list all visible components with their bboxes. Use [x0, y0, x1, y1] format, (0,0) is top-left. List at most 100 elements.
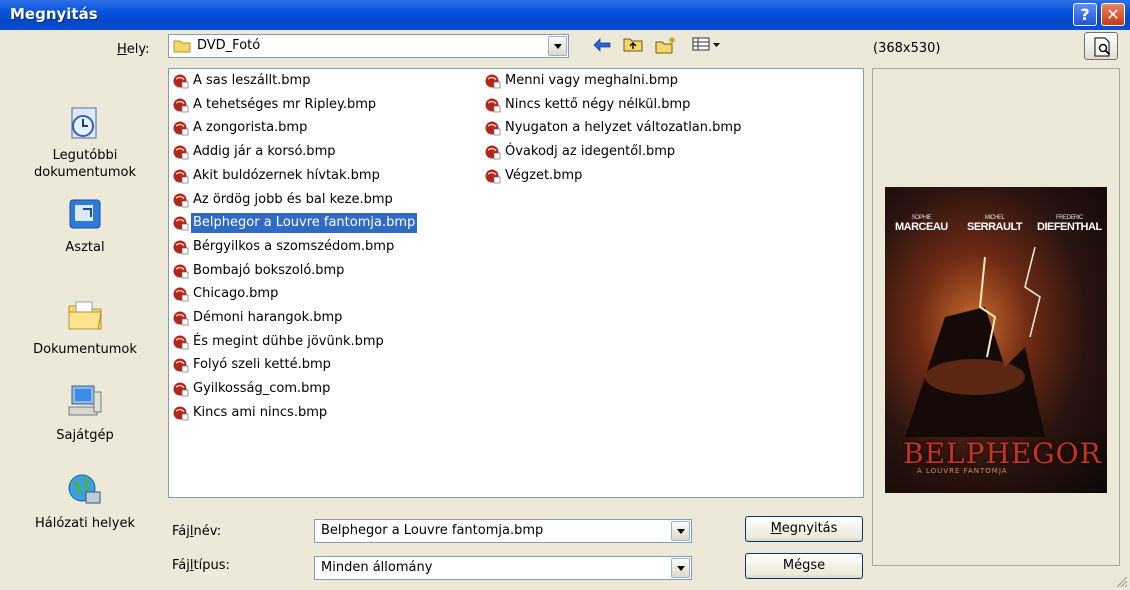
filetype-dropdown-button[interactable] [671, 558, 690, 578]
place-label: Sajátgép [56, 428, 114, 443]
file-name: A tehetséges mr Ripley.bmp [193, 96, 377, 112]
file-name: Óvakodj az idegentől.bmp [505, 144, 676, 160]
place-recent-documents[interactable]: Legutóbbi dokumentumok [10, 104, 160, 181]
preview-panel: SOPHIE MARCEAU MICHEL SERRAULT FREDERIC DIE… [872, 68, 1120, 566]
preview-toggle-button[interactable] [1084, 32, 1118, 60]
file-name: Végzet.bmp [505, 167, 583, 183]
up-folder-icon[interactable] [621, 36, 645, 58]
new-folder-icon[interactable] [654, 36, 678, 58]
file-name: Gyilkosság_com.bmp [193, 381, 331, 397]
filetype-label: Fájltípus: [172, 558, 230, 573]
file-item[interactable]: Gyilkosság_com.bmp [173, 379, 330, 399]
open-button[interactable]: Megnyitás [745, 516, 863, 542]
file-item[interactable]: Démoni harangok.bmp [173, 308, 342, 328]
file-item[interactable]: Bérgyilkos a szomszédom.bmp [173, 237, 394, 257]
file-name: Chicago.bmp [193, 286, 279, 302]
close-button[interactable]: ✕ [1101, 3, 1125, 26]
file-item[interactable]: Az ördög jobb és bal keze.bmp [173, 190, 393, 210]
views-menu-icon[interactable] [690, 36, 724, 58]
window-title: Megnyitás [10, 5, 98, 23]
file-name: Bérgyilkos a szomszédom.bmp [193, 238, 395, 254]
look-in-label: Hely: [117, 42, 150, 57]
desktop-icon [66, 196, 104, 234]
bmp-file-icon [173, 216, 189, 231]
filename-combo[interactable]: Belphegor a Louvre fantomja.bmp [314, 519, 692, 543]
filetype-value: Minden állomány [321, 560, 433, 575]
bmp-file-icon [485, 169, 501, 184]
back-arrow-icon[interactable] [590, 36, 614, 58]
bmp-file-icon [173, 74, 189, 89]
filename-dropdown-button[interactable] [671, 521, 690, 541]
file-item[interactable]: Addig jár a korsó.bmp [173, 142, 335, 162]
poster-actor-3: FREDERIC DIEFENTHAL [1037, 215, 1102, 233]
bmp-file-icon [173, 193, 189, 207]
bmp-file-icon [173, 240, 189, 255]
file-name: Kincs ami nincs.bmp [193, 404, 328, 420]
recent-documents-icon [66, 104, 104, 142]
place-my-computer[interactable]: Sajátgép [10, 382, 160, 443]
place-my-documents[interactable]: Dokumentumok [10, 296, 160, 357]
my-documents-icon [66, 296, 104, 334]
poster-image: SOPHIE MARCEAU MICHEL SERRAULT FREDERIC DIE… [885, 187, 1107, 493]
file-name: A zongorista.bmp [193, 120, 308, 136]
poster-artwork [905, 247, 1045, 437]
bmp-file-icon [173, 145, 189, 160]
bmp-file-icon [485, 74, 501, 89]
place-label: Legutóbbi dokumentumok [34, 148, 136, 180]
file-item[interactable]: A sas leszállt.bmp [173, 71, 310, 91]
file-item[interactable]: Folyó szeli ketté.bmp [173, 355, 331, 375]
place-label: Hálózati helyek [34, 516, 135, 531]
place-network[interactable]: Hálózati helyek [10, 472, 160, 531]
file-name: Akit buldózernek hívtak.bmp [193, 167, 380, 183]
file-item[interactable]: Kincs ami nincs.bmp [173, 403, 327, 423]
bmp-file-icon [173, 98, 189, 112]
file-name: A sas leszállt.bmp [193, 73, 311, 88]
bmp-file-icon [485, 121, 501, 136]
file-item[interactable]: A tehetséges mr Ripley.bmp [173, 95, 376, 115]
network-places-icon [66, 472, 104, 510]
preview-icon [1094, 37, 1111, 57]
file-item[interactable]: Belphegor a Louvre fantomja.bmp [173, 213, 418, 234]
poster-actor-1: SOPHIE MARCEAU [895, 215, 948, 233]
file-item[interactable]: Bombajó bokszoló.bmp [173, 261, 344, 281]
file-item[interactable]: Nincs kettő négy nélkül.bmp [485, 95, 690, 115]
file-name: Az ördög jobb és bal keze.bmp [193, 191, 393, 207]
file-item[interactable]: Chicago.bmp [173, 284, 278, 304]
file-name: És megint dühbe jövünk.bmp [193, 333, 384, 349]
file-name: Démoni harangok.bmp [193, 310, 343, 325]
file-item[interactable]: Menni vagy meghalni.bmp [485, 71, 678, 91]
file-item[interactable]: Végzet.bmp [485, 166, 582, 186]
bmp-file-icon [173, 382, 189, 397]
file-item[interactable]: A zongorista.bmp [173, 118, 307, 138]
title-bar[interactable]: Megnyitás ? ✕ [0, 0, 1130, 30]
preview-size: (368x530) [873, 41, 941, 56]
help-button[interactable]: ? [1073, 3, 1097, 26]
bmp-file-icon [173, 287, 189, 302]
cancel-button[interactable]: Mégse [745, 553, 863, 579]
resize-grip-icon[interactable] [1114, 574, 1128, 588]
look-in-dropdown-button[interactable] [548, 36, 567, 56]
place-label: Dokumentumok [33, 342, 137, 357]
file-list[interactable]: A sas leszállt.bmp A tehetséges mr Ripley… [168, 68, 864, 498]
bmp-file-icon [485, 145, 501, 160]
filetype-combo[interactable]: Minden állomány [314, 556, 692, 580]
file-name: Folyó szeli ketté.bmp [193, 357, 331, 373]
file-name: Bombajó bokszoló.bmp [193, 262, 345, 278]
bmp-file-icon [173, 169, 189, 184]
bmp-file-icon [485, 98, 501, 112]
file-item[interactable]: És megint dühbe jövünk.bmp [173, 332, 384, 352]
my-computer-icon [66, 382, 104, 420]
place-desktop[interactable]: Asztal [10, 196, 160, 255]
bmp-file-icon [173, 264, 189, 278]
bmp-file-icon [173, 311, 189, 326]
poster-title: BELPHEGOR [903, 437, 1102, 470]
look-in-combo[interactable]: DVD_Fotó [168, 34, 569, 58]
look-in-value: DVD_Fotó [197, 38, 261, 53]
file-item[interactable]: Nyugaton a helyzet változatlan.bmp [485, 118, 741, 138]
bmp-file-icon [173, 406, 189, 421]
file-item[interactable]: Óvakodj az idegentől.bmp [485, 142, 675, 162]
bmp-file-icon [173, 335, 189, 349]
filename-value: Belphegor a Louvre fantomja.bmp [321, 523, 544, 538]
bmp-file-icon [173, 121, 189, 136]
file-item[interactable]: Akit buldózernek hívtak.bmp [173, 166, 380, 186]
